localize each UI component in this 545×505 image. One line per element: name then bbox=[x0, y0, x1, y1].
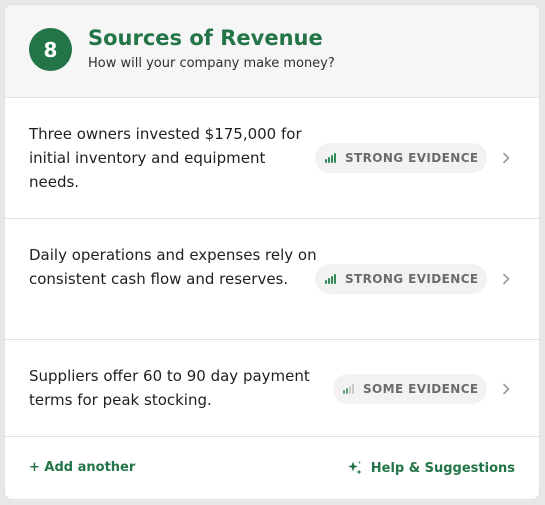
card-footer: + Add another Help & Suggestions bbox=[5, 437, 539, 499]
revenue-item-text: Daily operations and expenses rely on co… bbox=[29, 246, 317, 288]
evidence-label: STRONG EVIDENCE bbox=[345, 151, 479, 165]
revenue-item[interactable]: Three owners invested $175,000 for initi… bbox=[5, 98, 539, 219]
revenue-item-text: Suppliers offer 60 to 90 day payment ter… bbox=[29, 367, 310, 409]
evidence-badge: STRONG EVIDENCE bbox=[315, 143, 487, 173]
evidence-label: SOME EVIDENCE bbox=[363, 382, 479, 396]
revenue-item[interactable]: Daily operations and expenses rely on co… bbox=[5, 219, 539, 340]
step-number-badge: 8 bbox=[29, 28, 72, 71]
signal-bars-icon bbox=[325, 153, 337, 163]
help-suggestions-button[interactable]: Help & Suggestions bbox=[347, 460, 515, 476]
evidence-badge: SOME EVIDENCE bbox=[333, 374, 487, 404]
section-subtitle: How will your company make money? bbox=[88, 56, 335, 71]
chevron-right-icon[interactable] bbox=[499, 382, 513, 396]
signal-bars-icon bbox=[343, 384, 355, 394]
card-header: 8 Sources of Revenue How will your compa… bbox=[5, 5, 539, 98]
revenue-item[interactable]: Suppliers offer 60 to 90 day payment ter… bbox=[5, 340, 539, 437]
section-title: Sources of Revenue bbox=[88, 26, 323, 50]
evidence-label: STRONG EVIDENCE bbox=[345, 272, 479, 286]
revenue-item-text: Three owners invested $175,000 for initi… bbox=[29, 125, 302, 191]
signal-bars-icon bbox=[325, 274, 337, 284]
sparkle-icon bbox=[347, 460, 363, 476]
revenue-sources-card: 8 Sources of Revenue How will your compa… bbox=[4, 4, 540, 500]
chevron-right-icon[interactable] bbox=[499, 151, 513, 165]
chevron-right-icon[interactable] bbox=[499, 272, 513, 286]
evidence-badge: STRONG EVIDENCE bbox=[315, 264, 487, 294]
help-suggestions-label: Help & Suggestions bbox=[370, 460, 515, 476]
add-another-button[interactable]: + Add another bbox=[29, 460, 135, 475]
